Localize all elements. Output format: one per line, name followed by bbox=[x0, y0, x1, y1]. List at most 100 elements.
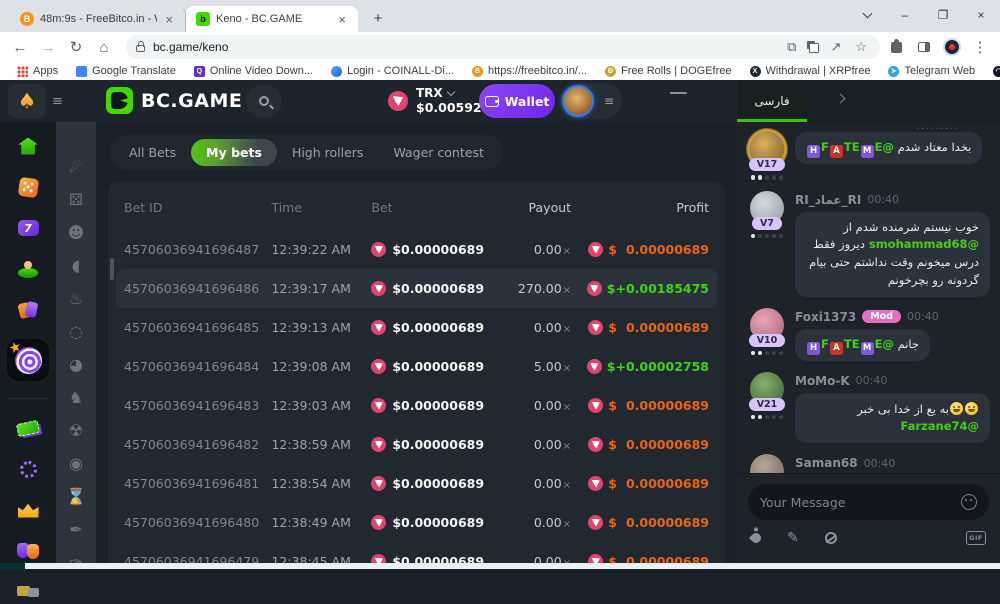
bet-id-cell: 45706036941696479 bbox=[124, 554, 271, 563]
bookmark-item[interactable]: Google Translate bbox=[69, 65, 183, 77]
bet-row[interactable]: 4570603694169648012:38:49 AM$0.000006890… bbox=[124, 503, 709, 542]
monster-icon[interactable]: ☻ bbox=[68, 224, 85, 242]
knight-icon[interactable]: ♞ bbox=[69, 389, 83, 407]
minimize-button[interactable]: – bbox=[886, 0, 924, 30]
fountain-icon[interactable]: ♨ bbox=[69, 290, 83, 308]
sidebar-item-cards[interactable] bbox=[16, 298, 40, 322]
bookmark-item[interactable]: ÐFree Rolls | DOGEfree bbox=[598, 65, 738, 77]
brand-logo[interactable]: BC.GAME bbox=[106, 87, 242, 114]
wager-dot bbox=[772, 234, 777, 239]
user-avatar[interactable] bbox=[562, 85, 594, 117]
bet-row[interactable]: 4570603694169648312:39:03 AM$0.000006890… bbox=[124, 386, 709, 425]
chat-collapse-icon[interactable] bbox=[836, 94, 846, 104]
orb-icon[interactable]: ◉ bbox=[69, 455, 83, 473]
rain-icon[interactable] bbox=[749, 531, 763, 545]
fancy-mention[interactable]: @FATEMEH bbox=[806, 337, 894, 351]
translate-icon[interactable] bbox=[807, 41, 819, 53]
back-button[interactable]: ← bbox=[8, 35, 32, 59]
sidebar-toggle-icon[interactable] bbox=[912, 35, 936, 59]
bet-row[interactable]: 4570603694169648212:38:59 AM$0.000006890… bbox=[124, 425, 709, 464]
tab-close-icon[interactable]: × bbox=[163, 12, 175, 27]
user-menu-icon[interactable]: ≡ bbox=[604, 94, 614, 108]
bookmark-item[interactable]: ◠Speedtest by Ookla... bbox=[986, 65, 1000, 77]
bookmark-item[interactable]: XWithdrawal | XRPfree bbox=[743, 65, 878, 77]
bookmark-item[interactable]: Login - COINALL-Di... bbox=[324, 65, 461, 77]
url-text[interactable]: bc.game/keno bbox=[153, 40, 776, 54]
wallet-button[interactable]: Wallet bbox=[479, 84, 555, 118]
mention[interactable]: @smohammad68 bbox=[865, 237, 979, 251]
home-button[interactable]: ⌂ bbox=[92, 35, 116, 59]
trx-coin-icon bbox=[588, 242, 603, 257]
bookmark-item[interactable]: ➤Telegram Web bbox=[881, 65, 982, 77]
sidebar-item-party[interactable] bbox=[16, 539, 40, 563]
user-pill[interactable]: ≡ bbox=[560, 83, 622, 119]
bets-tab-all-bets[interactable]: All Bets bbox=[114, 139, 191, 166]
bet-amount-cell: $0.00000689 bbox=[371, 554, 490, 563]
cards-icon bbox=[18, 302, 38, 318]
username[interactable]: MoMo-K bbox=[795, 374, 850, 388]
profit-cell: $0.00000689 bbox=[571, 437, 709, 452]
username[interactable]: Foxi1373 bbox=[795, 310, 856, 324]
browser-menu-icon[interactable]: ⋮ bbox=[968, 35, 992, 59]
extensions-icon[interactable] bbox=[884, 35, 908, 59]
wheel-icon[interactable]: ☢ bbox=[69, 422, 83, 440]
egg-icon[interactable]: ◕ bbox=[69, 356, 83, 374]
window-chevron-button[interactable] bbox=[848, 0, 886, 30]
share-icon[interactable]: ↗ bbox=[827, 39, 844, 55]
open-in-new-icon[interactable]: ⧉ bbox=[784, 39, 799, 55]
username[interactable]: RI_عماد_RI bbox=[795, 193, 861, 207]
close-button[interactable]: × bbox=[962, 0, 1000, 30]
sidebar-item-lottery[interactable] bbox=[16, 416, 40, 440]
bet-row[interactable]: 4570603694169648612:39:17 AM$0.000006892… bbox=[116, 269, 717, 308]
username[interactable]: Saman68 bbox=[795, 456, 858, 470]
browser-tab[interactable]: B48m:9s - FreeBitco.in - Win free b× bbox=[10, 6, 186, 32]
bookmark-item[interactable]: QOnline Video Down... bbox=[187, 65, 320, 77]
hourglass-icon[interactable]: ⌛ bbox=[66, 488, 86, 506]
reload-button[interactable]: ↻ bbox=[64, 35, 88, 59]
sidebar-item-casino[interactable] bbox=[16, 175, 40, 199]
bookmark-item[interactable]: Bhttps://freebitco.in/... bbox=[465, 65, 594, 77]
emoji-icon[interactable] bbox=[961, 494, 977, 510]
sidebar-item-keno[interactable]: ★ bbox=[7, 339, 49, 381]
sidebar-item-slots[interactable]: 7 bbox=[16, 216, 40, 240]
pen-icon[interactable]: ✒ bbox=[69, 521, 82, 539]
dashed-ring-icon[interactable]: ◌ bbox=[69, 323, 83, 341]
sidebar-item-desktop[interactable] bbox=[16, 580, 40, 604]
bet-row[interactable]: 4570603694169648712:39:22 AM$0.000006890… bbox=[124, 230, 709, 269]
scrollbar-thumb[interactable] bbox=[110, 258, 114, 280]
search-button[interactable] bbox=[246, 84, 282, 118]
bookmark-item[interactable]: Apps bbox=[10, 65, 65, 77]
chat-language-tab[interactable]: فارسی bbox=[737, 80, 807, 122]
bookmark-star-icon[interactable]: ☆ bbox=[852, 39, 870, 55]
new-tab-button[interactable]: + bbox=[366, 6, 390, 30]
bets-tab-my-bets[interactable]: My bets bbox=[191, 139, 277, 166]
maximize-button[interactable]: ❐ bbox=[924, 0, 962, 30]
mention[interactable]: @Farzane74 bbox=[900, 419, 979, 433]
coin-flip-icon[interactable] bbox=[825, 532, 837, 544]
sidebar-item-home[interactable] bbox=[16, 134, 40, 158]
fancy-mention[interactable]: @FATEMEH bbox=[806, 140, 894, 154]
bets-tab-high-rollers[interactable]: High rollers bbox=[277, 139, 379, 166]
avatar[interactable] bbox=[750, 454, 784, 473]
pencil-icon[interactable]: ✎ bbox=[787, 530, 799, 546]
crash-icon[interactable]: ☄ bbox=[69, 158, 83, 176]
bean-icon[interactable]: ◖ bbox=[72, 257, 80, 275]
browser-tab[interactable]: bKeno - BC.GAME× bbox=[186, 6, 358, 32]
extension-red-icon[interactable] bbox=[940, 35, 964, 59]
chat-input[interactable]: Your Message bbox=[748, 484, 989, 520]
bet-row[interactable]: 4570603694169648412:39:08 AM$0.000006895… bbox=[124, 347, 709, 386]
omnibox[interactable]: bc.game/keno ⧉ ↗ ☆ bbox=[126, 35, 880, 59]
gif-icon[interactable]: GIF bbox=[966, 531, 986, 545]
forward-button[interactable]: → bbox=[36, 35, 60, 59]
bet-row[interactable]: 4570603694169648512:39:13 AM$0.000006890… bbox=[124, 308, 709, 347]
bets-tab-wager-contest[interactable]: Wager contest bbox=[378, 139, 498, 166]
sidebar-item-live[interactable] bbox=[16, 257, 40, 281]
plinko-icon[interactable]: ⚄ bbox=[69, 191, 83, 209]
bet-row[interactable]: 4570603694169647912:38:45 AM$0.000006890… bbox=[124, 542, 709, 563]
app-logo-spade-icon[interactable]: ♠ bbox=[8, 84, 46, 118]
bet-row[interactable]: 4570603694169648112:38:54 AM$0.000006890… bbox=[124, 464, 709, 503]
sidebar-item-vip[interactable] bbox=[16, 498, 40, 522]
tab-close-icon[interactable]: × bbox=[336, 12, 348, 27]
sidebar-item-originals[interactable] bbox=[16, 457, 40, 481]
sidebar-menu-icon[interactable]: ≡ bbox=[52, 94, 66, 109]
